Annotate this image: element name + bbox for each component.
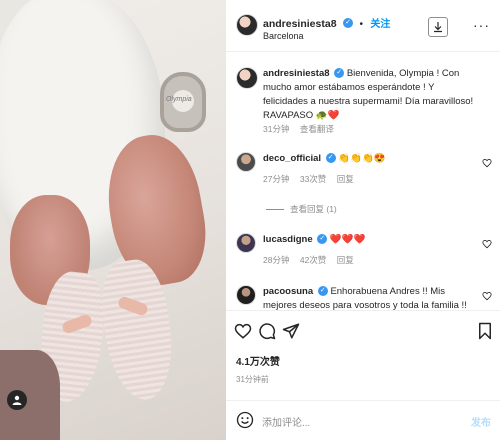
save-bookmark-icon[interactable] xyxy=(476,322,494,340)
post-actions-bar xyxy=(226,318,500,346)
comment-icon[interactable] xyxy=(258,322,276,340)
post-comment-button[interactable]: 发布 xyxy=(471,414,491,429)
comment-like-heart-icon[interactable] xyxy=(482,239,492,249)
comment-item: lucasdigne ✓ ❤️❤️❤️ 28分钟 42次赞 回复 xyxy=(236,233,486,273)
add-comment-bar: 添加评论... 发布 xyxy=(226,400,500,440)
comments-list: andresiniesta8 ✓ Bienvenida, Olympia ! C… xyxy=(226,53,500,311)
download-icon xyxy=(434,22,442,33)
comment-item: deco_official ✓ 👏👏👏😍 27分钟 33次赞 回复 xyxy=(236,152,486,192)
comment-meta: 27分钟 33次赞 回复 xyxy=(263,173,362,185)
commenter-username[interactable]: pacoosuna xyxy=(263,286,313,297)
author-username[interactable]: andresiniesta8 xyxy=(263,18,337,30)
comment-item: pacoosuna ✓ Enhorabuena Andres !! Mis me… xyxy=(236,285,486,310)
header-title-row: andresiniesta8 ✓ • 关注 xyxy=(263,14,390,32)
comment-text: 👏👏👏😍 xyxy=(338,153,386,164)
download-button[interactable] xyxy=(428,17,448,37)
comment-input[interactable]: 添加评论... xyxy=(262,414,310,429)
caption-text-block: andresiniesta8 ✓ Bienvenida, Olympia ! C… xyxy=(263,67,478,123)
comment-time: 27分钟 xyxy=(263,174,290,184)
comment-text-block: deco_official ✓ 👏👏👏😍 xyxy=(263,152,478,166)
comment-text: ❤️❤️❤️ xyxy=(329,234,366,245)
verified-badge-icon: ✓ xyxy=(334,68,345,79)
verified-badge-icon: ✓ xyxy=(317,234,328,245)
comment-time: 28分钟 xyxy=(263,255,290,265)
comment-text-block: lucasdigne ✓ ❤️❤️❤️ xyxy=(263,233,478,247)
post-header: andresiniesta8 ✓ • 关注 Barcelona ··· xyxy=(226,0,500,52)
caption-meta: 31分钟 查看翻译 xyxy=(263,123,342,135)
commenter-username[interactable]: deco_official xyxy=(263,153,321,164)
separator-dot: • xyxy=(359,19,363,30)
caption: andresiniesta8 ✓ Bienvenida, Olympia ! C… xyxy=(236,67,486,142)
view-replies-label: 查看回复 (1) xyxy=(290,204,337,214)
share-paper-plane-icon[interactable] xyxy=(282,322,300,340)
reply-button[interactable]: 回复 xyxy=(337,174,354,184)
comment-like-heart-icon[interactable] xyxy=(482,291,492,301)
commenter-username[interactable]: lucasdigne xyxy=(263,234,313,245)
emoji-icon[interactable] xyxy=(236,411,254,429)
comment-likes[interactable]: 33次赞 xyxy=(300,174,326,184)
replies-divider xyxy=(266,209,284,211)
comment-meta: 28分钟 42次赞 回复 xyxy=(263,254,362,266)
verified-badge-icon: ✓ xyxy=(317,286,328,297)
pacifier: Olympia xyxy=(160,72,206,132)
comment-text-block: pacoosuna ✓ Enhorabuena Andres !! Mis me… xyxy=(263,285,478,310)
caption-avatar[interactable] xyxy=(236,67,258,89)
verified-badge-icon: ✓ xyxy=(325,153,336,164)
see-translation-button[interactable]: 查看翻译 xyxy=(300,124,334,134)
person-icon xyxy=(12,395,22,405)
post-location[interactable]: Barcelona xyxy=(263,31,304,41)
post-timestamp: 31分钟前 xyxy=(236,375,269,384)
follow-button[interactable]: 关注 xyxy=(370,19,390,30)
reply-button[interactable]: 回复 xyxy=(337,255,354,265)
like-heart-icon[interactable] xyxy=(234,322,252,340)
comment-likes[interactable]: 42次赞 xyxy=(300,255,326,265)
post-photo[interactable]: Olympia xyxy=(0,0,226,440)
verified-badge-icon: ✓ xyxy=(343,17,353,28)
more-options-button[interactable]: ··· xyxy=(473,18,490,32)
caption-time: 31分钟 xyxy=(263,124,290,134)
likes-count[interactable]: 4.1万次赞 xyxy=(236,353,280,368)
commenter-avatar[interactable] xyxy=(236,152,256,172)
post-detail-panel: andresiniesta8 ✓ • 关注 Barcelona ··· andr… xyxy=(226,0,500,440)
commenter-avatar[interactable] xyxy=(236,285,256,305)
user-tag-button[interactable] xyxy=(7,390,27,410)
pacifier-text: Olympia xyxy=(166,96,192,103)
author-avatar[interactable] xyxy=(236,14,258,36)
view-replies-button[interactable]: 查看回复 (1) xyxy=(266,203,337,215)
commenter-avatar[interactable] xyxy=(236,233,256,253)
caption-username[interactable]: andresiniesta8 xyxy=(263,68,330,79)
comment-like-heart-icon[interactable] xyxy=(482,158,492,168)
